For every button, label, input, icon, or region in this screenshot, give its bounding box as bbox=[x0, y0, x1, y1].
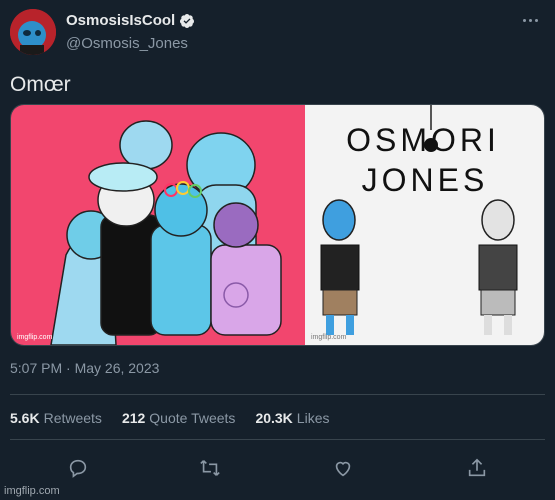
tweet-media[interactable]: OSMORI JONES imgflip.com imgflip.com bbox=[10, 104, 545, 346]
avatar-image bbox=[10, 9, 56, 55]
user-handle[interactable]: @Osmosis_Jones bbox=[66, 35, 188, 52]
likes-stat[interactable]: 20.3K Likes bbox=[255, 410, 329, 426]
media-watermark-right: imgflip.com bbox=[311, 334, 347, 341]
imgflip-watermark: imgflip.com bbox=[4, 485, 60, 497]
retweets-stat[interactable]: 5.6K Retweets bbox=[10, 410, 102, 426]
media-title-line1: OSMORI bbox=[346, 122, 500, 158]
more-options-icon[interactable] bbox=[519, 12, 541, 28]
tweet-timestamp[interactable]: 5:07 PM · May 26, 2023 bbox=[10, 360, 159, 376]
media-watermark-left: imgflip.com bbox=[17, 334, 53, 341]
action-bar bbox=[0, 453, 555, 483]
like-icon[interactable] bbox=[328, 453, 358, 483]
reply-icon[interactable] bbox=[63, 453, 93, 483]
quote-tweets-stat[interactable]: 212 Quote Tweets bbox=[122, 410, 236, 426]
retweet-icon[interactable] bbox=[195, 453, 225, 483]
media-title-line2: JONES bbox=[362, 162, 489, 198]
share-icon[interactable] bbox=[462, 453, 492, 483]
display-name[interactable]: OsmosisIsCool bbox=[66, 12, 175, 29]
verified-badge-icon bbox=[180, 13, 195, 28]
divider bbox=[10, 394, 545, 395]
tweet-text: Omœr bbox=[10, 73, 71, 96]
avatar[interactable] bbox=[10, 9, 56, 55]
media-image: OSMORI JONES imgflip.com imgflip.com bbox=[11, 105, 544, 345]
divider bbox=[10, 439, 545, 440]
stats-row: 5.6K Retweets 212 Quote Tweets 20.3K Likes bbox=[10, 410, 329, 426]
